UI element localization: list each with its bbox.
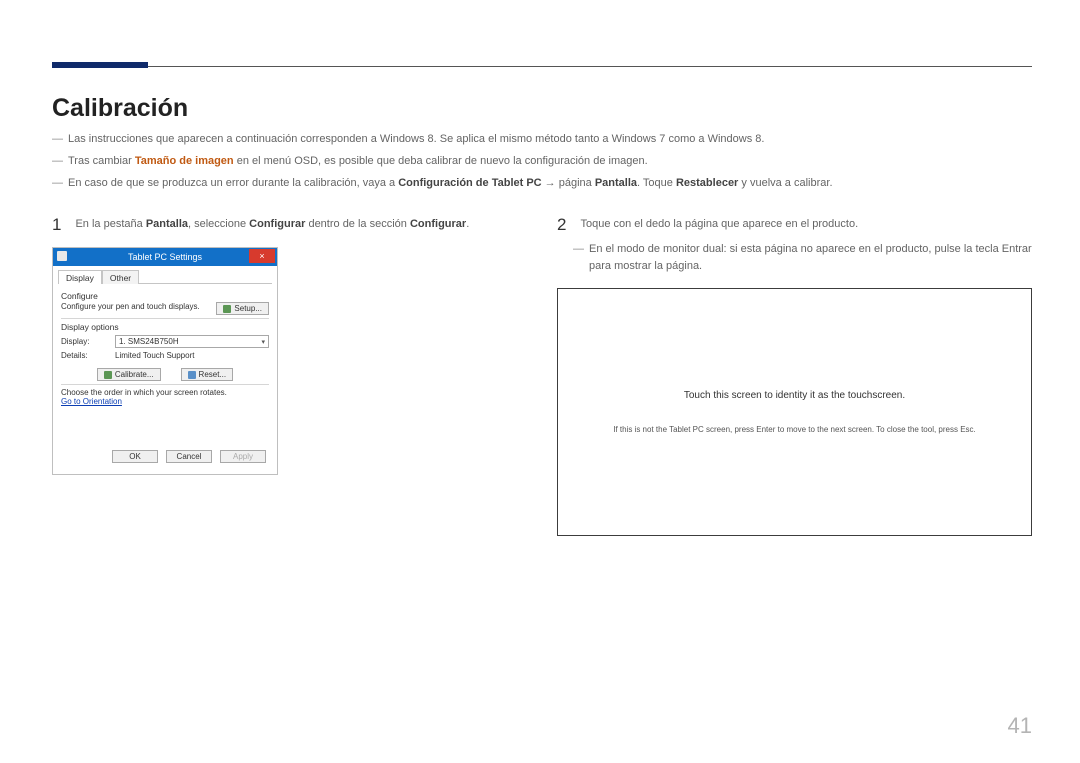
reset-button[interactable]: Reset... [181, 368, 234, 381]
calibrate-button[interactable]: Calibrate... [97, 368, 161, 381]
note-3-e: . Toque [637, 177, 676, 189]
setup-button-label: Setup... [234, 304, 262, 313]
tab-strip: Display Other [58, 269, 272, 284]
s1-b: Pantalla [146, 218, 188, 230]
intro-notes: Las instrucciones que aparecen a continu… [52, 131, 1032, 192]
divider-1 [61, 318, 269, 319]
tab-other[interactable]: Other [102, 270, 139, 284]
note-3-c: → página [542, 177, 595, 189]
column-right: 2 Toque con el dedo la página que aparec… [557, 216, 1032, 536]
divider-2 [61, 384, 269, 385]
step-1: 1 En la pestaña Pantalla, seleccione Con… [52, 216, 527, 233]
display-options-title: Display options [61, 322, 269, 332]
s1-e: dentro de la sección [305, 218, 410, 230]
touch-sub-text: If this is not the Tablet PC screen, pre… [613, 425, 976, 434]
note-2-a: Tras cambiar [68, 155, 135, 167]
tablet-pc-settings-window: Tablet PC Settings × Display Other Confi… [52, 247, 278, 475]
chevron-down-icon: ▾ [261, 338, 265, 346]
note-3-a: En caso de que se produzca un error dura… [68, 177, 398, 189]
calibrate-icon [104, 371, 112, 379]
step-1-text: En la pestaña Pantalla, seleccione Confi… [75, 216, 469, 230]
step-2-text: Toque con el dedo la página que aparece … [580, 216, 858, 230]
page-number: 41 [1008, 713, 1032, 739]
display-options-grid: Display: 1. SMS24B750H ▾ Details: Limite… [61, 335, 269, 360]
reset-icon [188, 371, 196, 379]
tab-display[interactable]: Display [58, 270, 102, 284]
note-2: Tras cambiar Tamaño de imagen en el menú… [52, 153, 1032, 170]
setup-icon [223, 305, 231, 313]
step-2: 2 Toque con el dedo la página que aparec… [557, 216, 1032, 233]
calibrate-button-label: Calibrate... [115, 370, 154, 379]
go-to-orientation-link[interactable]: Go to Orientation [61, 397, 269, 406]
cancel-button[interactable]: Cancel [166, 450, 212, 463]
display-label: Display: [61, 337, 109, 346]
configure-text: Configure your pen and touch displays. [61, 302, 210, 311]
reset-button-label: Reset... [199, 370, 227, 379]
details-label: Details: [61, 351, 109, 360]
note-1-text: Las instrucciones que aparecen a continu… [68, 133, 764, 145]
note-1: Las instrucciones que aparecen a continu… [52, 131, 1032, 148]
note-3-b: Configuración de Tablet PC [398, 177, 541, 189]
dialog-footer-buttons: OK Cancel Apply [58, 446, 272, 469]
window-titlebar: Tablet PC Settings × [53, 248, 277, 266]
s1-d: Configurar [249, 218, 305, 230]
note-2-c: en el menú OSD, es posible que deba cali… [234, 155, 648, 167]
column-left: 1 En la pestaña Pantalla, seleccione Con… [52, 216, 527, 536]
ok-button[interactable]: OK [112, 450, 158, 463]
touch-identify-panel: Touch this screen to identity it as the … [557, 288, 1032, 536]
touch-main-text: Touch this screen to identity it as the … [684, 390, 905, 401]
choose-order-text: Choose the order in which your screen ro… [61, 388, 269, 397]
s1-f: Configurar [410, 218, 466, 230]
note-2-highlight: Tamaño de imagen [135, 155, 234, 167]
header-rule [52, 66, 1032, 67]
s1-g: . [466, 218, 469, 230]
display-panel: Configure Configure your pen and touch d… [58, 284, 272, 406]
header-accent-bar [52, 62, 148, 68]
close-button[interactable]: × [249, 249, 275, 263]
step-2-number: 2 [557, 216, 566, 233]
calibrate-reset-row: Calibrate... Reset... [61, 368, 269, 381]
details-value: Limited Touch Support [115, 351, 269, 360]
s1-c: , seleccione [188, 218, 249, 230]
apply-button[interactable]: Apply [220, 450, 266, 463]
setup-button[interactable]: Setup... [216, 302, 269, 315]
window-title-text: Tablet PC Settings [128, 252, 202, 262]
configure-row: Configure your pen and touch displays. S… [61, 302, 269, 315]
note-3-d: Pantalla [595, 177, 637, 189]
step-2-subnote: En el modo de monitor dual: si esta pági… [557, 241, 1032, 274]
configure-group-title: Configure [61, 291, 269, 301]
note-3-g: y vuelva a calibrar. [738, 177, 832, 189]
note-3: En caso de que se produzca un error dura… [52, 175, 1032, 192]
page-title: Calibración [52, 94, 1032, 123]
display-dropdown[interactable]: 1. SMS24B750H ▾ [115, 335, 269, 348]
window-body: Display Other Configure Configure your p… [53, 266, 277, 474]
steps-columns: 1 En la pestaña Pantalla, seleccione Con… [52, 216, 1032, 536]
window-app-icon [57, 251, 67, 261]
note-3-f: Restablecer [676, 177, 738, 189]
step-1-number: 1 [52, 216, 61, 233]
s1-a: En la pestaña [75, 218, 145, 230]
display-value: 1. SMS24B750H [119, 337, 179, 346]
